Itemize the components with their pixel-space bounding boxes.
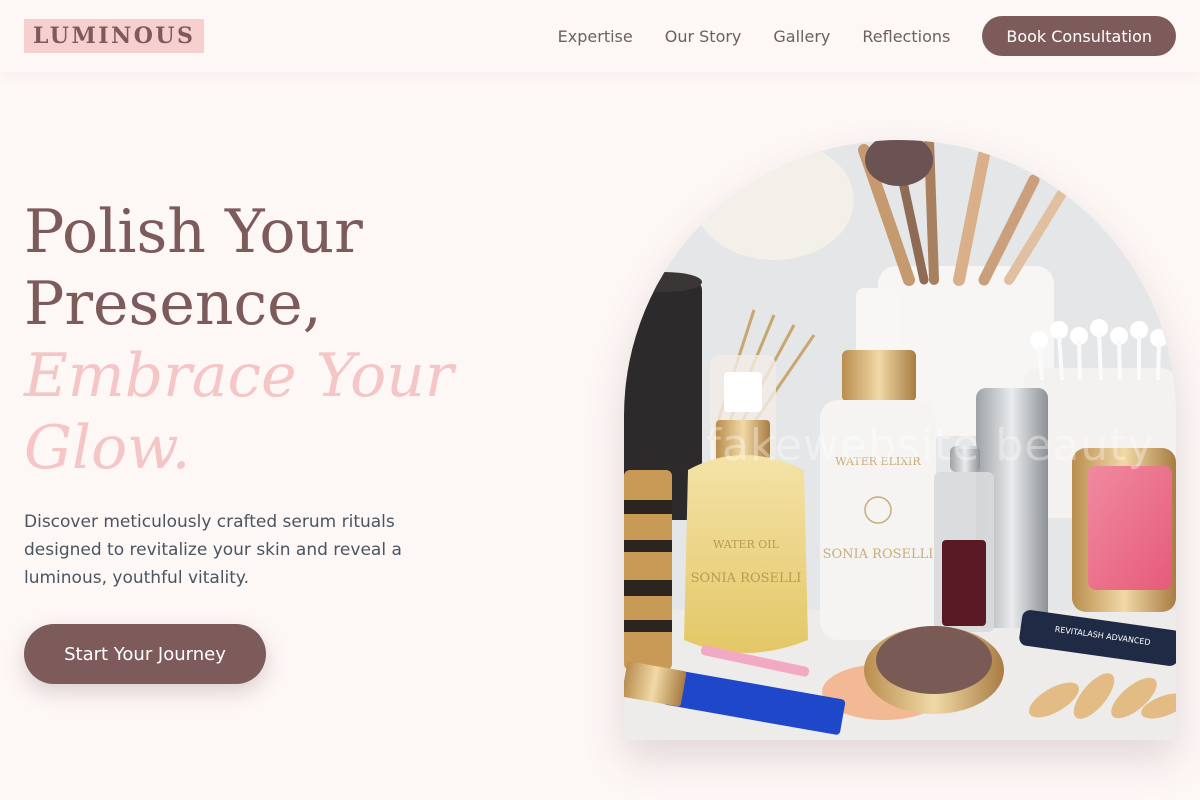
nav-link-expertise[interactable]: Expertise — [558, 27, 633, 46]
nav-link-our-story[interactable]: Our Story — [665, 27, 742, 46]
bottle-left-label: WATER OIL — [713, 538, 780, 551]
hero-title: Polish Your Presence, Embrace Your Glow. — [24, 196, 584, 484]
brand-logo[interactable]: LUMINOUS — [24, 19, 205, 53]
bottle-left-brand: SONIA ROSELLI — [691, 571, 802, 586]
hero-title-accent-1: Embrace Your — [24, 341, 454, 411]
site-header: LUMINOUS Expertise Our Story Gallery Ref… — [0, 0, 1200, 72]
hero-product-image: WATER OIL SONIA ROSELLI WATER ELIXIR SON… — [624, 140, 1176, 740]
nav-link-reflections[interactable]: Reflections — [862, 27, 950, 46]
hero-title-accent-2: Glow. — [24, 413, 191, 483]
start-journey-button[interactable]: Start Your Journey — [24, 624, 266, 684]
book-consultation-button[interactable]: Book Consultation — [982, 16, 1176, 56]
hero-description: Discover meticulously crafted serum ritu… — [24, 512, 402, 588]
hero-title-line-2: Presence, — [24, 269, 322, 339]
image-watermark: fakewebsite beauty — [705, 420, 1155, 471]
main-nav: Expertise Our Story Gallery Reflections … — [558, 16, 1176, 56]
hero-title-line-1: Polish Your — [24, 197, 363, 267]
nav-link-gallery[interactable]: Gallery — [773, 27, 830, 46]
bottle-center-brand: SONIA ROSELLI — [823, 547, 934, 562]
